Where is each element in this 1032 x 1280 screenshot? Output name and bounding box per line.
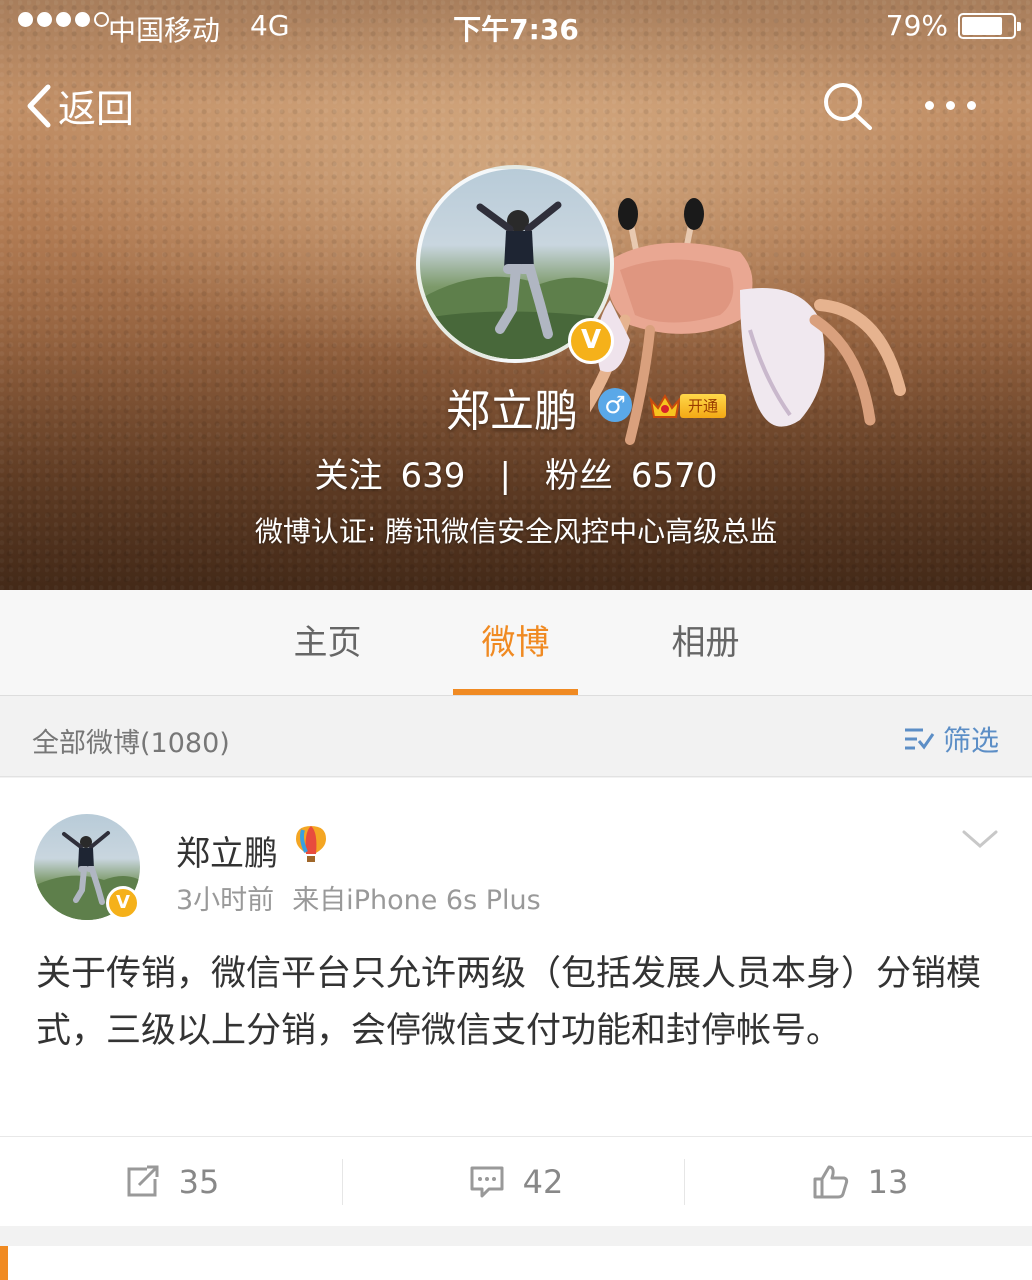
profile-name: 郑立鹏 [446,386,578,437]
post-meta: 3小时前 来自iPhone 6s Plus [176,878,541,917]
back-label: 返回 [58,87,135,131]
chevron-down-icon[interactable] [960,828,1000,852]
comment-button[interactable]: 42 [344,1137,688,1227]
filter-button[interactable]: 筛选 [903,719,999,759]
filter-bar: 全部微博(1080) 筛选 [0,697,1032,777]
following-label: 关注 [314,456,383,496]
comment-count: 42 [522,1163,564,1201]
tab-home[interactable]: 主页 [265,590,390,696]
comment-icon [470,1166,504,1198]
filter-icon [905,728,935,750]
active-tab-indicator [453,689,578,695]
post-action-bar: 35 42 13 [0,1136,1032,1226]
status-bar: 中国移动 4G 下午7:36 79% [0,0,1032,52]
followers-count: 6570 [630,456,718,496]
next-post-card[interactable] [0,1246,1032,1280]
more-icon[interactable] [925,90,989,120]
like-button[interactable]: 13 [688,1137,1032,1227]
stats-separator: | [499,456,511,496]
search-icon[interactable] [820,80,874,132]
followers-stat[interactable]: 粉丝 6570 [545,456,718,496]
repost-icon [127,1165,159,1197]
post-count: 全部微博(1080) [32,728,230,759]
back-button[interactable]: 返回 [26,78,134,133]
vip-badge[interactable]: 开通 [648,390,732,422]
clock: 下午7:36 [453,13,579,46]
repost-button[interactable]: 35 [0,1137,344,1227]
profile-cover: 中国移动 4G 下午7:36 79% 返回 V 郑立鹏 ♂ 开通 关注 639 … [0,0,1032,590]
crab-image [590,198,906,445]
verified-icon: V [106,886,140,920]
repost-count: 35 [178,1163,220,1201]
followers-label: 粉丝 [544,456,613,496]
like-count: 13 [867,1163,909,1201]
post-author-name[interactable]: 郑立鹏 [176,826,278,875]
following-count: 639 [400,456,466,496]
filter-label: 筛选 [943,724,1000,757]
tab-album[interactable]: 相册 [643,590,768,696]
battery-icon [958,13,1021,39]
verified-icon: V [568,318,614,364]
vip-open-label: 开通 [680,394,727,418]
post-source: 来自iPhone 6s Plus [292,885,541,916]
post-time: 3小时前 [176,885,275,916]
balloon-icon [296,826,326,862]
vip-crown-icon [649,394,681,418]
follow-stats: 关注 639 | 粉丝 6570 [0,448,1032,497]
tab-weibo[interactable]: 微博 [453,590,578,696]
back-chevron-icon [27,84,51,127]
post-text: 关于传销，微信平台只允许两级（包括发展人员本身）分销模式，三级以上分销，会停微信… [36,954,982,1051]
post-card[interactable]: V 郑立鹏 3小时前 来自iPhone 6s Plus 关于传销，微信平台只允许两… [0,778,1032,1226]
like-icon [813,1165,848,1199]
male-icon: ♂ [598,388,632,422]
following-stat[interactable]: 关注 639 [315,456,466,496]
profile-tabs: 主页 微博 相册 [0,590,1032,696]
battery-percentage: 79% [885,9,948,42]
verification-text: 微博认证: 腾讯微信安全风控中心高级总监 [254,515,778,548]
